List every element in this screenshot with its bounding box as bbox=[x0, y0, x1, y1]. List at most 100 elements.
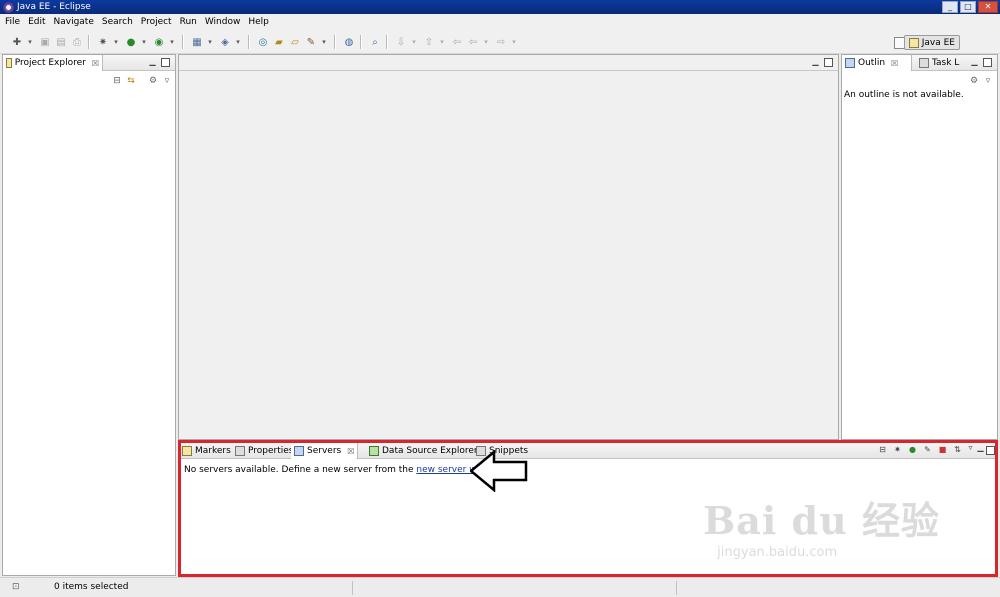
tab-markers[interactable]: Markers bbox=[179, 443, 234, 459]
tab-servers[interactable]: Servers ☒ bbox=[291, 443, 359, 459]
run-dropdown-icon[interactable]: ▾ bbox=[140, 35, 148, 49]
close-button[interactable]: ✕ bbox=[978, 1, 998, 13]
link-editor-icon[interactable]: ⇆ bbox=[125, 76, 137, 86]
view-menu-icon[interactable]: ▿ bbox=[161, 76, 173, 86]
perspective-java-ee[interactable]: Java EE bbox=[903, 35, 960, 50]
profile-server-icon[interactable]: ✎ bbox=[923, 446, 932, 455]
previous-annotation-dropdown-icon[interactable]: ▾ bbox=[438, 35, 446, 49]
java-ee-icon bbox=[908, 37, 919, 48]
save-all-icon[interactable]: ▤ bbox=[54, 35, 68, 49]
menu-file[interactable]: File bbox=[5, 17, 20, 27]
editor-divider bbox=[179, 70, 838, 71]
window-title: Java EE - Eclipse bbox=[17, 2, 91, 12]
status-divider bbox=[676, 581, 677, 595]
open-type-icon[interactable]: ◎ bbox=[256, 35, 270, 49]
back-dropdown-icon[interactable]: ▾ bbox=[482, 35, 490, 49]
outline-filter-icon[interactable]: ⚙ bbox=[968, 76, 980, 86]
menu-edit[interactable]: Edit bbox=[28, 17, 45, 27]
status-text: 0 items selected bbox=[54, 582, 129, 592]
toolbar-separator bbox=[88, 35, 90, 49]
collapse-all-icon[interactable]: ⊟ bbox=[878, 446, 887, 455]
eclipse-icon bbox=[3, 1, 14, 13]
search-icon[interactable]: ⌕ bbox=[368, 35, 382, 49]
tab-outline[interactable]: Outlin ☒ bbox=[842, 55, 912, 71]
publish-icon[interactable]: ⇅ bbox=[953, 446, 962, 455]
external-tools-icon[interactable]: ◉ bbox=[152, 35, 166, 49]
next-annotation-dropdown-icon[interactable]: ▾ bbox=[410, 35, 418, 49]
menu-window[interactable]: Window bbox=[205, 17, 241, 27]
tab-task-list[interactable]: Task L bbox=[916, 55, 962, 71]
task-list-icon bbox=[919, 58, 929, 68]
menu-navigate[interactable]: Navigate bbox=[54, 17, 94, 27]
window-controls: _ □ ✕ bbox=[942, 1, 998, 13]
external-tools-dropdown-icon[interactable]: ▾ bbox=[168, 35, 176, 49]
status-bar: ⊡ 0 items selected bbox=[0, 577, 1000, 597]
tab-label: Markers bbox=[195, 446, 231, 456]
forward-icon[interactable]: ⇨ bbox=[494, 35, 508, 49]
new-server-dropdown-icon[interactable]: ▾ bbox=[206, 35, 214, 49]
toolbar-separator bbox=[360, 35, 362, 49]
debug-dropdown-icon[interactable]: ▾ bbox=[112, 35, 120, 49]
open-resource-icon[interactable]: ▱ bbox=[288, 35, 302, 49]
open-task-icon[interactable]: ✎ bbox=[304, 35, 318, 49]
filters-icon[interactable]: ⚙ bbox=[147, 76, 159, 86]
open-task-dropdown-icon[interactable]: ▾ bbox=[320, 35, 328, 49]
close-tab-icon[interactable]: ☒ bbox=[347, 447, 354, 456]
back-icon[interactable]: ⇦ bbox=[466, 35, 480, 49]
save-icon[interactable]: ▣ bbox=[38, 35, 52, 49]
last-edit-icon[interactable]: ⇦ bbox=[450, 35, 464, 49]
maximize-view-icon[interactable] bbox=[986, 446, 995, 455]
new-dropdown-icon[interactable]: ▾ bbox=[26, 35, 34, 49]
toolbar-separator bbox=[248, 35, 250, 49]
new-icon[interactable]: ✚ bbox=[10, 35, 24, 49]
data-source-icon bbox=[369, 446, 379, 456]
servers-icon bbox=[294, 446, 304, 456]
tab-properties[interactable]: Properties bbox=[232, 443, 296, 459]
stop-server-icon[interactable]: ■ bbox=[938, 446, 947, 455]
minimize-view-icon[interactable]: ▁ bbox=[976, 444, 985, 453]
maximize-view-icon[interactable] bbox=[161, 58, 170, 67]
new-server-icon[interactable]: ▦ bbox=[190, 35, 204, 49]
close-tab-icon[interactable]: ☒ bbox=[92, 59, 99, 68]
menu-help[interactable]: Help bbox=[248, 17, 269, 27]
minimize-button[interactable]: _ bbox=[942, 1, 958, 13]
tab-label: Project Explorer bbox=[14, 58, 86, 68]
tab-label: Outlin bbox=[858, 58, 886, 68]
forward-dropdown-icon[interactable]: ▾ bbox=[510, 35, 518, 49]
previous-annotation-icon[interactable]: ⇧ bbox=[422, 35, 436, 49]
toolbar-separator bbox=[386, 35, 388, 49]
open-folder-icon[interactable]: ▰ bbox=[272, 35, 286, 49]
close-tab-icon[interactable]: ☒ bbox=[891, 59, 898, 68]
minimize-view-icon[interactable]: ▁ bbox=[970, 58, 979, 67]
menu-run[interactable]: Run bbox=[180, 17, 197, 27]
debug-icon[interactable]: ✷ bbox=[96, 35, 110, 49]
maximize-editor-icon[interactable] bbox=[824, 58, 833, 67]
outline-message: An outline is not available. bbox=[844, 90, 964, 100]
minimize-view-icon[interactable]: ▁ bbox=[148, 58, 157, 67]
collapse-all-icon[interactable]: ⊟ bbox=[111, 76, 123, 86]
toolbar-separator bbox=[334, 35, 336, 49]
outline-tabbar: Outlin ☒ Task L ▁ bbox=[842, 55, 997, 71]
minimize-editor-icon[interactable]: ▁ bbox=[811, 58, 820, 67]
menu-project[interactable]: Project bbox=[141, 17, 172, 27]
maximize-button[interactable]: □ bbox=[960, 1, 976, 13]
view-menu-icon[interactable]: ▿ bbox=[982, 76, 994, 86]
toolbar-separator bbox=[182, 35, 184, 49]
menu-search[interactable]: Search bbox=[102, 17, 133, 27]
maximize-view-icon[interactable] bbox=[983, 58, 992, 67]
tab-data-source-explorer[interactable]: Data Source Explorer bbox=[366, 443, 481, 459]
view-menu-icon[interactable]: ▿ bbox=[966, 444, 975, 453]
start-server-icon[interactable]: ● bbox=[908, 446, 917, 455]
new-web-dropdown-icon[interactable]: ▾ bbox=[234, 35, 242, 49]
new-web-icon[interactable]: ◈ bbox=[218, 35, 232, 49]
run-icon[interactable]: ● bbox=[124, 35, 138, 49]
fast-view-icon[interactable]: ⊡ bbox=[12, 582, 20, 592]
next-annotation-icon[interactable]: ⇩ bbox=[394, 35, 408, 49]
status-divider bbox=[352, 581, 353, 595]
project-explorer-panel: Project Explorer ☒ ▁ ⊟ ⇆ ⚙ ▿ bbox=[2, 54, 176, 576]
print-icon[interactable]: ⎙ bbox=[70, 35, 84, 49]
tab-project-explorer[interactable]: Project Explorer ☒ bbox=[3, 55, 103, 71]
debug-server-icon[interactable]: ✷ bbox=[893, 446, 902, 455]
tab-label: Servers bbox=[307, 446, 342, 456]
browser-icon[interactable]: ◍ bbox=[342, 35, 356, 49]
